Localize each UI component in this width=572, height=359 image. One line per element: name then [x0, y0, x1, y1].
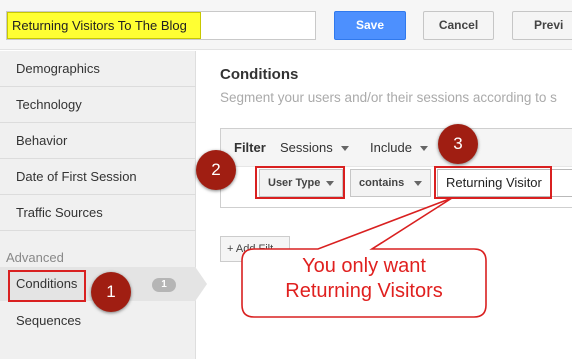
step-marker-1: 1	[91, 272, 131, 312]
callout-line-2: Returning Visitors	[285, 280, 443, 302]
step-marker-2: 2	[196, 150, 236, 190]
callout-line-1: You only want	[302, 255, 426, 277]
callout-bubble	[241, 197, 487, 318]
step-marker-3: 3	[438, 124, 478, 164]
callout-text: You only want Returning Visitors	[240, 254, 488, 304]
